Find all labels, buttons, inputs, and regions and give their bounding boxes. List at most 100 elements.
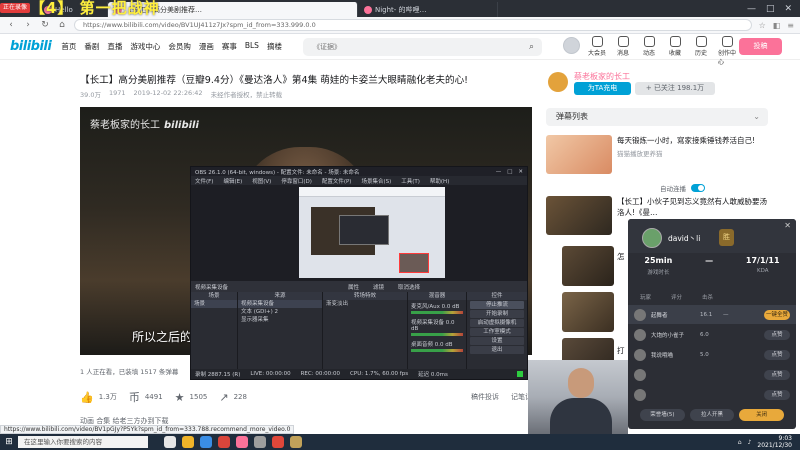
browser-app-icon[interactable]: [218, 436, 230, 448]
edge-icon[interactable]: [200, 436, 212, 448]
stop-streaming-button[interactable]: 停止推流: [470, 301, 524, 309]
nav-extra[interactable]: 摘楼: [267, 41, 282, 52]
player-like-button[interactable]: 点赞: [764, 369, 790, 380]
bilibili-app-icon[interactable]: [236, 436, 248, 448]
bilibili-logo[interactable]: bilibili: [10, 39, 52, 54]
nav-live[interactable]: 直播: [107, 41, 122, 52]
share-button[interactable]: ↗ 228: [219, 391, 247, 404]
obs-minimize-icon[interactable]: —: [496, 169, 502, 175]
game-app-icon[interactable]: [272, 436, 284, 448]
invite-team-button[interactable]: 拉人开黑: [689, 409, 735, 421]
nav-game-center[interactable]: 游戏中心: [130, 41, 160, 52]
forward-icon[interactable]: ›: [23, 20, 33, 30]
obs-maximize-icon[interactable]: □: [507, 169, 512, 175]
favorites-button[interactable]: 收藏: [666, 36, 684, 66]
start-recording-button[interactable]: 开始录制: [470, 310, 524, 318]
menu-icon[interactable]: ≡: [787, 21, 794, 30]
recommended-thumbnail-3[interactable]: [562, 246, 614, 286]
network-icon[interactable]: ⌂: [738, 439, 742, 446]
obs-menu-view[interactable]: 视图(V): [252, 177, 271, 185]
scene-item[interactable]: 场景: [191, 300, 237, 308]
volume-icon[interactable]: ♪: [748, 439, 752, 446]
file-explorer-icon[interactable]: [182, 436, 194, 448]
obs-menu-docks[interactable]: 停靠窗口(D): [281, 177, 312, 185]
nav-bls[interactable]: BLS: [245, 41, 259, 52]
player-like-button[interactable]: 点赞: [764, 349, 790, 360]
nav-anime[interactable]: 番剧: [84, 41, 99, 52]
back-icon[interactable]: ‹: [6, 20, 16, 30]
coin-button[interactable]: 币 4491: [129, 389, 163, 405]
browser-tab-3[interactable]: Night- 的哔哩…: [358, 2, 498, 17]
taskbar-clock[interactable]: 9:03 2021/12/30: [757, 435, 792, 449]
extensions-icon[interactable]: ◧: [773, 21, 781, 30]
source-filters-button[interactable]: 滤镜: [373, 283, 384, 291]
nav-esports[interactable]: 赛事: [222, 41, 237, 52]
charge-button[interactable]: 为TA充电: [574, 82, 631, 95]
recommended-video-1[interactable]: 每天锻炼一小时，寫家接乘锤钱养活自己! 猫猫播放更养猫: [546, 135, 768, 174]
close-panel-button[interactable]: 关闭: [739, 409, 785, 421]
obs-menu-tools[interactable]: 工具(T): [401, 177, 420, 185]
obs-preview-canvas[interactable]: [191, 185, 527, 281]
search-input[interactable]: 《证据》 ⌕: [303, 38, 542, 56]
autoplay-toggle[interactable]: [691, 184, 705, 192]
dynamics-button[interactable]: 动态: [640, 36, 658, 66]
like-all-button[interactable]: 一键全赞: [764, 309, 790, 320]
bookmark-icon[interactable]: ☆: [759, 21, 766, 30]
nav-home[interactable]: 首页: [61, 41, 76, 52]
player-like-button[interactable]: 点赞: [764, 389, 790, 400]
browser-tab-active[interactable]: 【长工】高分美剧推荐…: [108, 2, 358, 17]
vip-button[interactable]: 大会员: [588, 36, 606, 66]
minimize-icon[interactable]: —: [747, 4, 756, 14]
volume-meter[interactable]: [411, 333, 463, 336]
volume-meter[interactable]: [411, 311, 463, 314]
follow-button[interactable]: + 已关注 198.1万: [635, 82, 715, 95]
obs-menu-profile[interactable]: 配置文件(P): [322, 177, 352, 185]
obs-menu-edit[interactable]: 编辑(E): [223, 177, 242, 185]
obs-app-icon[interactable]: [254, 436, 266, 448]
deselect-button[interactable]: 取消选择: [398, 283, 420, 291]
taskbar-search-input[interactable]: 在这里输入你要搜索的内容: [18, 436, 148, 448]
obs-menu-scene-collection[interactable]: 场景集合(S): [361, 177, 391, 185]
danmu-list-toggle[interactable]: 弹幕列表 ⌄: [546, 108, 768, 126]
uploader-name[interactable]: 蔡老板家的长工: [574, 71, 630, 82]
windows-start-icon[interactable]: ⊞: [0, 434, 18, 450]
obs-menu-help[interactable]: 帮助(H): [430, 177, 449, 185]
report-link[interactable]: 稿件投诉: [471, 392, 499, 402]
settings-button[interactable]: 设置: [470, 337, 524, 345]
url-input[interactable]: https://www.bilibili.com/video/BV1UJ411z…: [74, 19, 752, 31]
recommended-thumbnail-4[interactable]: [562, 292, 614, 332]
source-item[interactable]: 视频采集设备: [238, 300, 322, 308]
source-item[interactable]: 文本 (GDI+) 2: [238, 308, 322, 316]
source-properties-button[interactable]: 属性: [348, 283, 359, 291]
transition-select[interactable]: 渐变淡出: [323, 300, 407, 308]
autoplay-control[interactable]: 自动连播: [660, 183, 705, 193]
browser-tab-1[interactable]: Hello: [38, 2, 108, 17]
nav-comics[interactable]: 漫画: [199, 41, 214, 52]
honor-wall-button[interactable]: 荣誉墙(5): [640, 409, 685, 421]
messages-button[interactable]: 消息: [614, 36, 632, 66]
close-icon[interactable]: ✕: [784, 221, 791, 230]
uploader-avatar[interactable]: [548, 72, 568, 92]
nav-shop[interactable]: 会员购: [168, 41, 191, 52]
volume-meter[interactable]: [411, 349, 463, 352]
search-icon[interactable]: ⌕: [529, 38, 534, 56]
obs-close-icon[interactable]: ✕: [518, 169, 523, 175]
game-launcher-icon[interactable]: [290, 436, 302, 448]
obs-menu-file[interactable]: 文件(F): [195, 177, 213, 185]
recommended-title-3[interactable]: 怎: [617, 251, 625, 262]
studio-mode-button[interactable]: 工作室模式: [470, 328, 524, 336]
creator-center-button[interactable]: 创作中心: [718, 36, 736, 66]
like-button[interactable]: 👍 1.3万: [80, 391, 117, 404]
exit-button[interactable]: 退出: [470, 346, 524, 354]
close-icon[interactable]: ✕: [784, 4, 792, 14]
recommended-title-5[interactable]: 打: [617, 345, 625, 356]
user-avatar[interactable]: [563, 37, 580, 54]
home-icon[interactable]: ⌂: [57, 20, 67, 30]
upload-button[interactable]: 投稿: [739, 38, 782, 55]
history-button[interactable]: 历史: [692, 36, 710, 66]
virtual-camera-button[interactable]: 启动虚拟摄像机: [470, 319, 524, 327]
maximize-icon[interactable]: □: [766, 4, 775, 14]
task-view-icon[interactable]: [164, 436, 176, 448]
source-item[interactable]: 显示器采集: [238, 316, 322, 324]
player-like-button[interactable]: 点赞: [764, 329, 790, 340]
